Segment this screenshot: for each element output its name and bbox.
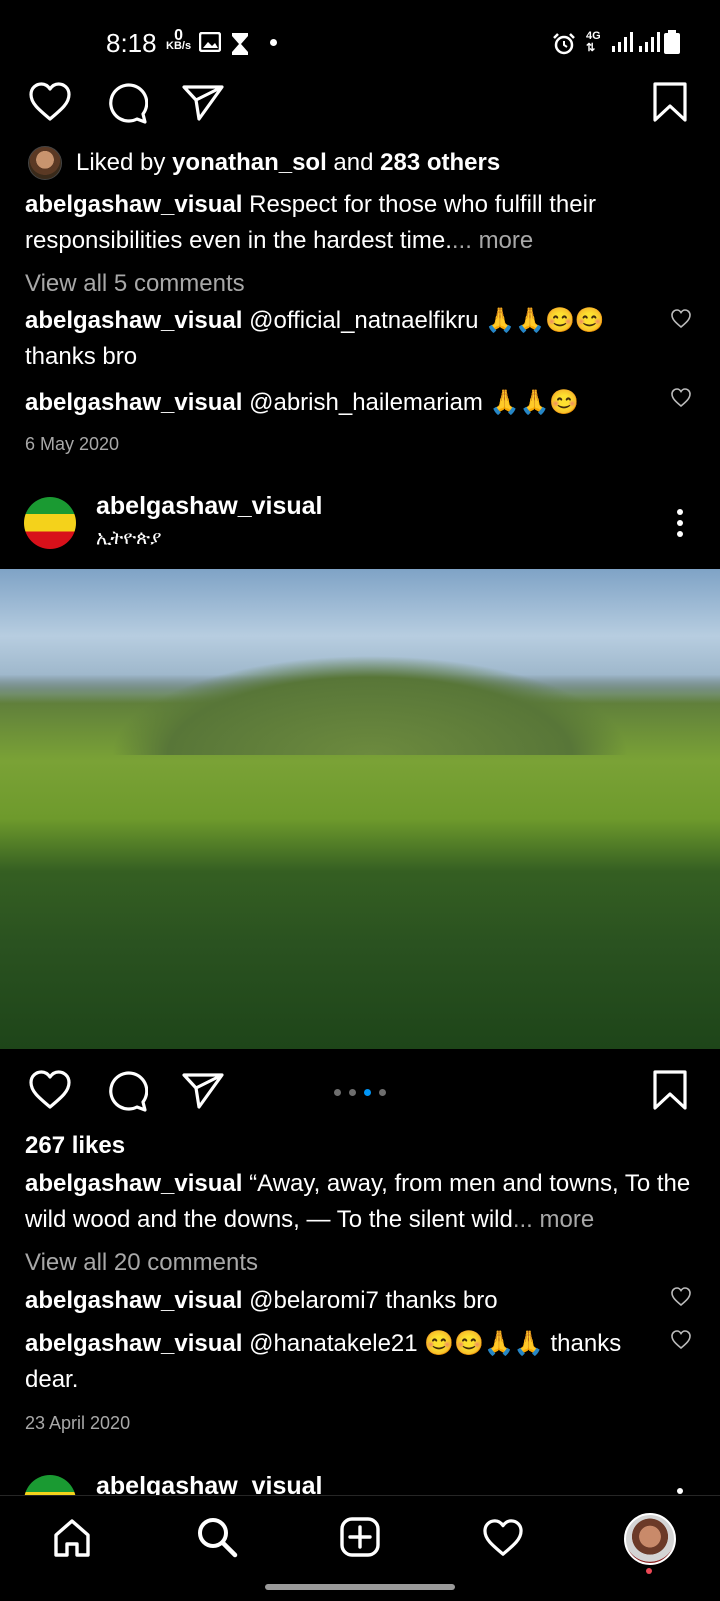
comment-username[interactable]: abelgashaw_visual xyxy=(25,1330,242,1357)
comment-like-heart-icon[interactable] xyxy=(670,308,692,330)
carousel-indicator xyxy=(334,1083,394,1101)
like-heart-icon[interactable] xyxy=(28,1070,72,1110)
carousel-dot xyxy=(364,1089,371,1096)
comment-like-heart-icon[interactable] xyxy=(670,1329,692,1351)
post-caption: abelgashaw_visual “Away, away, from men … xyxy=(25,1166,695,1238)
post-location[interactable]: ኢትዮጵያ xyxy=(96,528,161,550)
caption-username[interactable]: abelgashaw_visual xyxy=(25,1170,242,1197)
view-all-comments-link[interactable]: View all 20 comments xyxy=(25,1245,258,1281)
signal-icon xyxy=(612,32,633,52)
caption-more-link[interactable]: ... more xyxy=(513,1206,594,1233)
caption-username[interactable]: abelgashaw_visual xyxy=(25,191,242,218)
comment-row: abelgashaw_visual @belaromi7 thanks bro xyxy=(25,1283,645,1319)
comment-icon[interactable] xyxy=(106,1070,148,1112)
carousel-dot xyxy=(349,1089,356,1096)
profile-avatar[interactable] xyxy=(624,1513,676,1565)
post-photo[interactable] xyxy=(0,569,720,1049)
liked-by-text[interactable]: Liked by yonathan_sol and 283 others xyxy=(76,145,500,181)
comment-row: abelgashaw_visual @hanatakele21 😊😊🙏🙏 tha… xyxy=(25,1326,645,1398)
comment-row: abelgashaw_visual @abrish_hailemariam 🙏🙏… xyxy=(25,385,645,421)
hourglass-icon xyxy=(232,33,248,55)
comment-username[interactable]: abelgashaw_visual xyxy=(25,307,242,334)
likes-count[interactable]: 267 likes xyxy=(25,1128,125,1164)
gesture-bar[interactable] xyxy=(265,1584,455,1590)
status-time: 8:18 xyxy=(106,28,157,58)
comment-text: @abrish_hailemariam 🙏🙏😊 xyxy=(249,389,580,416)
post-author-username[interactable]: abelgashaw_visual xyxy=(96,492,323,521)
comment-text: @belaromi7 thanks bro xyxy=(249,1287,498,1314)
bookmark-icon[interactable] xyxy=(652,82,688,122)
photo-mountain xyxy=(110,655,630,755)
likers-count[interactable]: 283 others xyxy=(380,149,500,176)
activity-icon[interactable] xyxy=(482,1519,524,1557)
bookmark-icon[interactable] xyxy=(652,1070,688,1110)
comment-like-heart-icon[interactable] xyxy=(670,387,692,409)
send-icon[interactable] xyxy=(182,84,224,122)
post-date: 23 April 2020 xyxy=(25,1413,131,1433)
network-type: 4G ⇅ xyxy=(586,30,601,54)
signal-icon-2 xyxy=(639,32,660,52)
search-icon[interactable] xyxy=(196,1516,238,1558)
comment-like-heart-icon[interactable] xyxy=(670,1286,692,1308)
network-speed: 0 KB/s xyxy=(166,27,192,52)
comment-username[interactable]: abelgashaw_visual xyxy=(25,1287,242,1314)
status-bar: 8:18 0 KB/s 4G ⇅ xyxy=(0,0,720,88)
caption-more-link[interactable]: ... more xyxy=(452,227,533,254)
post-date: 6 May 2020 xyxy=(25,434,120,454)
notification-dot xyxy=(270,39,277,46)
like-heart-icon[interactable] xyxy=(28,82,72,122)
alarm-icon xyxy=(553,33,575,55)
comment-icon[interactable] xyxy=(106,82,148,124)
create-icon[interactable] xyxy=(340,1517,380,1557)
battery-icon xyxy=(664,30,680,54)
home-icon[interactable] xyxy=(52,1518,92,1558)
comment-row: abelgashaw_visual @official_natnaelfikru… xyxy=(25,303,645,375)
comment-username[interactable]: abelgashaw_visual xyxy=(25,389,242,416)
post-author-avatar[interactable] xyxy=(24,497,76,549)
carousel-dot xyxy=(379,1089,386,1096)
profile-notification-dot xyxy=(646,1568,652,1574)
more-options-icon[interactable] xyxy=(676,508,684,538)
carousel-dot xyxy=(334,1089,341,1096)
post-caption: abelgashaw_visual Respect for those who … xyxy=(25,187,665,259)
liker-username[interactable]: yonathan_sol xyxy=(172,149,327,176)
liker-avatar[interactable] xyxy=(28,146,62,180)
gallery-icon xyxy=(199,32,221,52)
view-all-comments-link[interactable]: View all 5 comments xyxy=(25,266,245,302)
send-icon[interactable] xyxy=(182,1072,224,1110)
